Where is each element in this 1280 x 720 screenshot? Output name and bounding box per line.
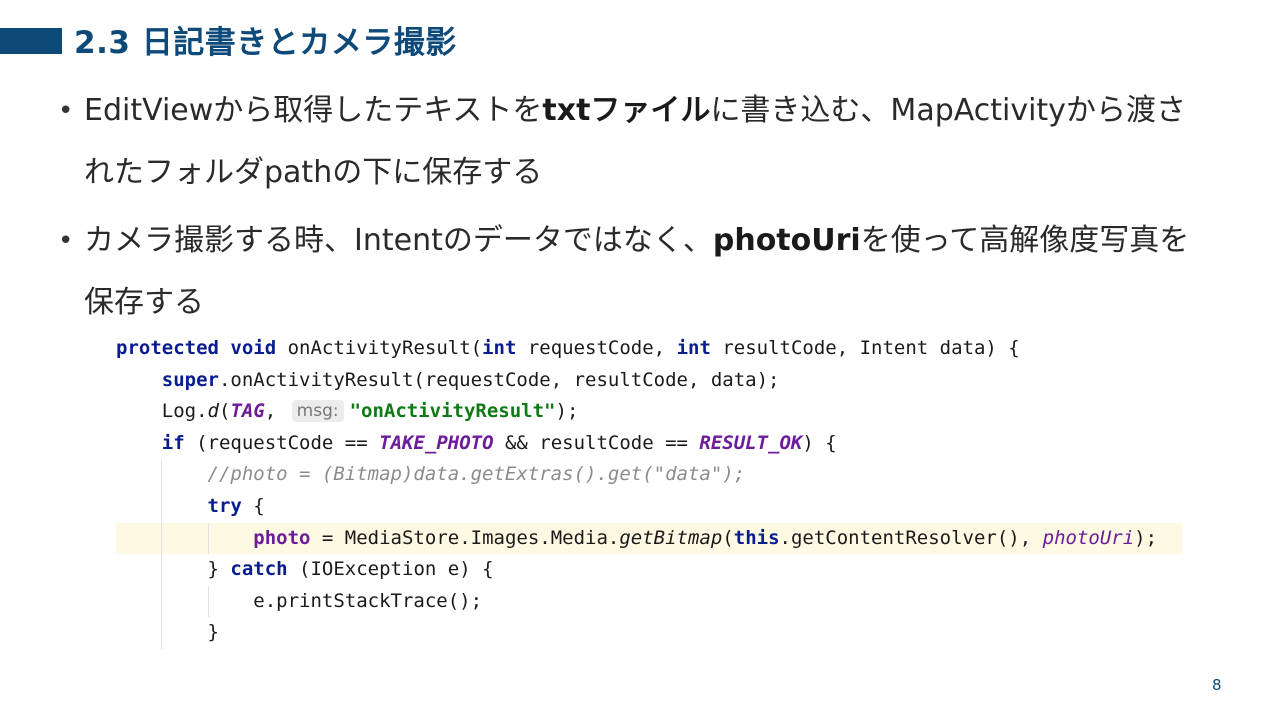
bullet-list: • EditViewから取得したテキストをtxtファイルに書き込む、MapAct… bbox=[58, 80, 1248, 340]
code-text: ) { bbox=[802, 431, 837, 454]
code-text: Log. bbox=[161, 400, 208, 423]
code-text: resultCode, Intent data) { bbox=[710, 337, 1020, 359]
indent-guide bbox=[161, 554, 162, 586]
code-text: (IOException e) { bbox=[287, 558, 494, 581]
code-line-highlighted: photo = MediaStore.Images.Media.getBitma… bbox=[116, 522, 1182, 555]
code-text: e.printStackTrace(); bbox=[253, 589, 483, 612]
bullet-dot-icon: • bbox=[58, 96, 74, 126]
code-keyword: catch bbox=[230, 558, 288, 581]
parameter-hint: msg: bbox=[291, 400, 344, 423]
code-line: if (requestCode == TAKE_PHOTO && resultC… bbox=[116, 428, 1182, 460]
code-text: ( bbox=[722, 526, 734, 549]
code-keyword: super bbox=[161, 368, 219, 391]
code-line: } bbox=[116, 617, 1182, 649]
slide-title: 2.3 日記書きとカメラ撮影 bbox=[74, 25, 457, 61]
code-text: { bbox=[241, 494, 265, 517]
bullet-text: を使って高解像度写真を bbox=[860, 223, 1190, 258]
page-number: 8 bbox=[1212, 676, 1222, 694]
indent-guide bbox=[161, 585, 162, 618]
indent-guide bbox=[161, 490, 162, 523]
code-comment: //photo = (Bitmap)data.getExtras().get("… bbox=[207, 463, 746, 486]
indent-guide bbox=[208, 522, 209, 555]
code-line: } catch (IOException e) { bbox=[116, 554, 1182, 586]
code-keyword: int bbox=[676, 337, 711, 359]
code-text: ); bbox=[555, 400, 579, 423]
code-keyword: void bbox=[230, 337, 277, 359]
bullet-text-line2: 保存する bbox=[84, 285, 204, 320]
code-text: ); bbox=[1134, 526, 1158, 549]
code-line: e.printStackTrace(); bbox=[116, 585, 1182, 618]
code-method: d bbox=[207, 400, 219, 423]
bullet-bold-text: txtファイル bbox=[542, 93, 711, 128]
indent-guide bbox=[161, 522, 162, 555]
code-constant: RESULT_OK bbox=[699, 431, 803, 454]
title-accent-bar bbox=[0, 28, 62, 54]
code-block: protected void onActivityResult(int requ… bbox=[116, 333, 1182, 649]
code-text: && resultCode == bbox=[493, 431, 700, 454]
code-text: .getContentResolver(), bbox=[779, 526, 1043, 549]
code-line: super.onActivityResult(requestCode, resu… bbox=[116, 365, 1182, 397]
code-text: .onActivityResult(requestCode, resultCod… bbox=[218, 368, 780, 391]
code-string: "onActivityResult" bbox=[349, 400, 556, 423]
code-text: } bbox=[207, 621, 219, 644]
code-keyword: this bbox=[733, 526, 780, 549]
code-line: try { bbox=[116, 490, 1182, 523]
code-line: Log.d(TAG, msg: "onActivityResult"); bbox=[116, 396, 1182, 428]
code-method: getBitmap bbox=[619, 526, 723, 549]
code-keyword: int bbox=[482, 337, 517, 359]
code-text: onActivityResult( bbox=[276, 337, 483, 359]
bullet-text: EditViewから取得したテキストを bbox=[84, 93, 543, 128]
code-text: requestCode, bbox=[516, 337, 677, 359]
bullet-bold-text: photoUri bbox=[712, 223, 861, 258]
code-keyword: try bbox=[207, 494, 242, 517]
code-field: photo bbox=[253, 526, 311, 549]
code-text: } bbox=[207, 558, 231, 581]
bullet-text: に書き込む、MapActivityから渡さ bbox=[710, 93, 1186, 128]
bullet-text-line2: れたフォルダpathの下に保存する bbox=[84, 155, 543, 190]
code-keyword: protected bbox=[116, 337, 219, 359]
code-text: = MediaStore.Images.Media. bbox=[310, 526, 620, 549]
code-constant: TAKE_PHOTO bbox=[379, 431, 494, 454]
code-text: , bbox=[264, 400, 288, 423]
code-constant: TAG bbox=[230, 400, 265, 423]
indent-guide bbox=[161, 617, 162, 649]
code-text: ( bbox=[218, 400, 231, 423]
indent-guide bbox=[161, 459, 162, 491]
code-field: photoUri bbox=[1042, 526, 1135, 549]
code-line: protected void onActivityResult(int requ… bbox=[116, 333, 1182, 365]
bullet-text: カメラ撮影する時、Intentのデータではなく、 bbox=[84, 223, 713, 258]
bullet-item: • EditViewから取得したテキストをtxtファイルに書き込む、MapAct… bbox=[58, 80, 1248, 204]
bullet-item: • カメラ撮影する時、Intentのデータではなく、photoUriを使って高解… bbox=[58, 210, 1248, 334]
code-keyword: if bbox=[161, 431, 185, 454]
code-text: (requestCode == bbox=[184, 431, 380, 454]
code-line: //photo = (Bitmap)data.getExtras().get("… bbox=[116, 459, 1182, 491]
bullet-dot-icon: • bbox=[58, 226, 74, 256]
indent-guide bbox=[208, 585, 209, 618]
